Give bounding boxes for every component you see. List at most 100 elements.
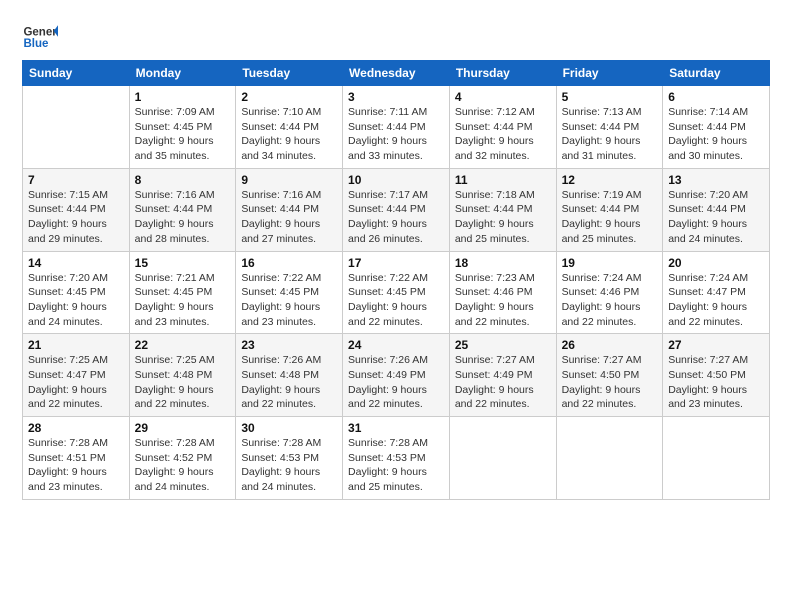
- calendar-cell: 21Sunrise: 7:25 AMSunset: 4:47 PMDayligh…: [23, 334, 130, 417]
- calendar-cell: 1Sunrise: 7:09 AMSunset: 4:45 PMDaylight…: [129, 86, 236, 169]
- day-number: 30: [241, 421, 337, 435]
- day-sun-info: Sunrise: 7:27 AMSunset: 4:49 PMDaylight:…: [455, 353, 551, 412]
- svg-text:General: General: [23, 26, 58, 38]
- day-sun-info: Sunrise: 7:25 AMSunset: 4:47 PMDaylight:…: [28, 353, 124, 412]
- day-sun-info: Sunrise: 7:27 AMSunset: 4:50 PMDaylight:…: [562, 353, 658, 412]
- day-sun-info: Sunrise: 7:22 AMSunset: 4:45 PMDaylight:…: [348, 271, 444, 330]
- calendar-cell: 3Sunrise: 7:11 AMSunset: 4:44 PMDaylight…: [343, 86, 450, 169]
- day-sun-info: Sunrise: 7:26 AMSunset: 4:49 PMDaylight:…: [348, 353, 444, 412]
- day-sun-info: Sunrise: 7:28 AMSunset: 4:53 PMDaylight:…: [241, 436, 337, 495]
- calendar-cell: 13Sunrise: 7:20 AMSunset: 4:44 PMDayligh…: [663, 168, 770, 251]
- day-sun-info: Sunrise: 7:22 AMSunset: 4:45 PMDaylight:…: [241, 271, 337, 330]
- day-sun-info: Sunrise: 7:18 AMSunset: 4:44 PMDaylight:…: [455, 188, 551, 247]
- calendar-cell: 14Sunrise: 7:20 AMSunset: 4:45 PMDayligh…: [23, 251, 130, 334]
- day-sun-info: Sunrise: 7:10 AMSunset: 4:44 PMDaylight:…: [241, 105, 337, 164]
- day-sun-info: Sunrise: 7:28 AMSunset: 4:52 PMDaylight:…: [135, 436, 231, 495]
- calendar-cell: 29Sunrise: 7:28 AMSunset: 4:52 PMDayligh…: [129, 417, 236, 500]
- day-sun-info: Sunrise: 7:20 AMSunset: 4:45 PMDaylight:…: [28, 271, 124, 330]
- day-number: 6: [668, 90, 764, 104]
- day-sun-info: Sunrise: 7:19 AMSunset: 4:44 PMDaylight:…: [562, 188, 658, 247]
- day-number: 28: [28, 421, 124, 435]
- day-sun-info: Sunrise: 7:21 AMSunset: 4:45 PMDaylight:…: [135, 271, 231, 330]
- day-sun-info: Sunrise: 7:24 AMSunset: 4:46 PMDaylight:…: [562, 271, 658, 330]
- day-number: 31: [348, 421, 444, 435]
- day-number: 7: [28, 173, 124, 187]
- day-number: 15: [135, 256, 231, 270]
- day-number: 19: [562, 256, 658, 270]
- day-sun-info: Sunrise: 7:26 AMSunset: 4:48 PMDaylight:…: [241, 353, 337, 412]
- day-number: 24: [348, 338, 444, 352]
- day-number: 23: [241, 338, 337, 352]
- calendar-cell: 9Sunrise: 7:16 AMSunset: 4:44 PMDaylight…: [236, 168, 343, 251]
- day-number: 17: [348, 256, 444, 270]
- day-sun-info: Sunrise: 7:11 AMSunset: 4:44 PMDaylight:…: [348, 105, 444, 164]
- calendar-cell: 12Sunrise: 7:19 AMSunset: 4:44 PMDayligh…: [556, 168, 663, 251]
- calendar-cell: 2Sunrise: 7:10 AMSunset: 4:44 PMDaylight…: [236, 86, 343, 169]
- calendar-cell: 28Sunrise: 7:28 AMSunset: 4:51 PMDayligh…: [23, 417, 130, 500]
- day-number: 22: [135, 338, 231, 352]
- day-number: 9: [241, 173, 337, 187]
- calendar-week-row: 1Sunrise: 7:09 AMSunset: 4:45 PMDaylight…: [23, 86, 770, 169]
- calendar-table: SundayMondayTuesdayWednesdayThursdayFrid…: [22, 60, 770, 500]
- calendar-cell: 18Sunrise: 7:23 AMSunset: 4:46 PMDayligh…: [449, 251, 556, 334]
- day-number: 8: [135, 173, 231, 187]
- day-sun-info: Sunrise: 7:25 AMSunset: 4:48 PMDaylight:…: [135, 353, 231, 412]
- column-header-tuesday: Tuesday: [236, 61, 343, 86]
- day-number: 10: [348, 173, 444, 187]
- calendar-cell: 17Sunrise: 7:22 AMSunset: 4:45 PMDayligh…: [343, 251, 450, 334]
- day-number: 4: [455, 90, 551, 104]
- calendar-cell: [449, 417, 556, 500]
- calendar-cell: 16Sunrise: 7:22 AMSunset: 4:45 PMDayligh…: [236, 251, 343, 334]
- day-sun-info: Sunrise: 7:12 AMSunset: 4:44 PMDaylight:…: [455, 105, 551, 164]
- calendar-cell: 15Sunrise: 7:21 AMSunset: 4:45 PMDayligh…: [129, 251, 236, 334]
- day-sun-info: Sunrise: 7:24 AMSunset: 4:47 PMDaylight:…: [668, 271, 764, 330]
- column-header-friday: Friday: [556, 61, 663, 86]
- calendar-cell: 8Sunrise: 7:16 AMSunset: 4:44 PMDaylight…: [129, 168, 236, 251]
- calendar-cell: 30Sunrise: 7:28 AMSunset: 4:53 PMDayligh…: [236, 417, 343, 500]
- calendar-cell: 19Sunrise: 7:24 AMSunset: 4:46 PMDayligh…: [556, 251, 663, 334]
- calendar-cell: [556, 417, 663, 500]
- calendar-cell: [23, 86, 130, 169]
- header: General Blue: [22, 18, 770, 54]
- day-sun-info: Sunrise: 7:09 AMSunset: 4:45 PMDaylight:…: [135, 105, 231, 164]
- calendar-cell: [663, 417, 770, 500]
- calendar-header-row: SundayMondayTuesdayWednesdayThursdayFrid…: [23, 61, 770, 86]
- day-number: 21: [28, 338, 124, 352]
- calendar-cell: 4Sunrise: 7:12 AMSunset: 4:44 PMDaylight…: [449, 86, 556, 169]
- day-sun-info: Sunrise: 7:23 AMSunset: 4:46 PMDaylight:…: [455, 271, 551, 330]
- column-header-thursday: Thursday: [449, 61, 556, 86]
- day-number: 13: [668, 173, 764, 187]
- day-sun-info: Sunrise: 7:17 AMSunset: 4:44 PMDaylight:…: [348, 188, 444, 247]
- column-header-saturday: Saturday: [663, 61, 770, 86]
- day-number: 14: [28, 256, 124, 270]
- day-sun-info: Sunrise: 7:28 AMSunset: 4:53 PMDaylight:…: [348, 436, 444, 495]
- calendar-week-row: 7Sunrise: 7:15 AMSunset: 4:44 PMDaylight…: [23, 168, 770, 251]
- day-number: 16: [241, 256, 337, 270]
- column-header-wednesday: Wednesday: [343, 61, 450, 86]
- day-number: 5: [562, 90, 658, 104]
- logo: General Blue: [22, 18, 58, 54]
- day-number: 25: [455, 338, 551, 352]
- calendar-cell: 27Sunrise: 7:27 AMSunset: 4:50 PMDayligh…: [663, 334, 770, 417]
- logo-icon: General Blue: [22, 18, 58, 54]
- calendar-cell: 10Sunrise: 7:17 AMSunset: 4:44 PMDayligh…: [343, 168, 450, 251]
- calendar-cell: 31Sunrise: 7:28 AMSunset: 4:53 PMDayligh…: [343, 417, 450, 500]
- calendar-cell: 25Sunrise: 7:27 AMSunset: 4:49 PMDayligh…: [449, 334, 556, 417]
- day-number: 11: [455, 173, 551, 187]
- day-sun-info: Sunrise: 7:16 AMSunset: 4:44 PMDaylight:…: [241, 188, 337, 247]
- calendar-cell: 26Sunrise: 7:27 AMSunset: 4:50 PMDayligh…: [556, 334, 663, 417]
- calendar-week-row: 14Sunrise: 7:20 AMSunset: 4:45 PMDayligh…: [23, 251, 770, 334]
- calendar-cell: 7Sunrise: 7:15 AMSunset: 4:44 PMDaylight…: [23, 168, 130, 251]
- calendar-cell: 24Sunrise: 7:26 AMSunset: 4:49 PMDayligh…: [343, 334, 450, 417]
- day-sun-info: Sunrise: 7:13 AMSunset: 4:44 PMDaylight:…: [562, 105, 658, 164]
- column-header-monday: Monday: [129, 61, 236, 86]
- day-number: 1: [135, 90, 231, 104]
- day-number: 2: [241, 90, 337, 104]
- day-sun-info: Sunrise: 7:15 AMSunset: 4:44 PMDaylight:…: [28, 188, 124, 247]
- day-sun-info: Sunrise: 7:16 AMSunset: 4:44 PMDaylight:…: [135, 188, 231, 247]
- calendar-week-row: 28Sunrise: 7:28 AMSunset: 4:51 PMDayligh…: [23, 417, 770, 500]
- svg-text:Blue: Blue: [23, 38, 49, 50]
- day-sun-info: Sunrise: 7:27 AMSunset: 4:50 PMDaylight:…: [668, 353, 764, 412]
- day-number: 18: [455, 256, 551, 270]
- day-number: 3: [348, 90, 444, 104]
